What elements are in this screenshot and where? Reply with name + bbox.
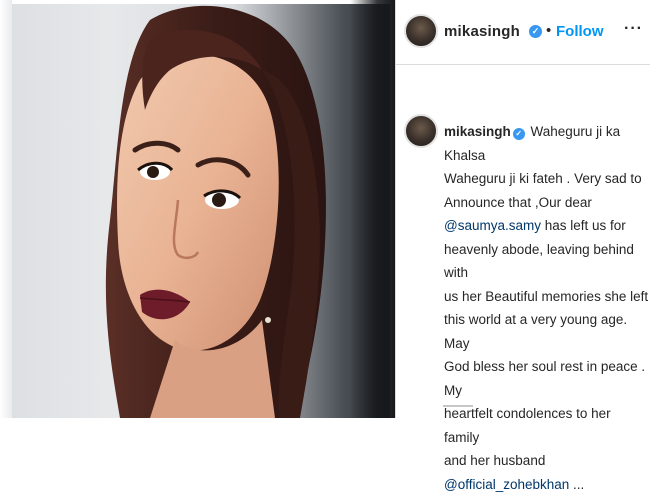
caption-text: mikasingh ✓ Waheguru ji ka Khalsa Wahegur… [444,120,649,496]
caption-line: heavenly abode, leaving behind with [444,241,634,281]
caption-avatar[interactable] [404,114,438,148]
photo-edge-shadow [350,0,395,418]
mention-link[interactable]: @official_zohebkhan [444,477,569,492]
post-photo[interactable] [0,0,390,418]
caption-line: and her husband [444,453,546,468]
verified-badge-icon: ✓ [529,25,542,38]
follow-button[interactable]: Follow [556,23,604,40]
profile-avatar[interactable] [404,14,438,48]
caption-line: has left us for [540,218,626,233]
portrait-illustration [105,5,326,418]
caption-line: heartfelt condolences to her family [444,406,611,445]
header-username[interactable]: mikasingh [444,23,520,40]
post-header: mikasingh ✓ • Follow ··· [396,0,650,65]
header-separator: • [546,22,552,39]
caption-username[interactable]: mikasingh [444,124,511,139]
photo-frame-left [0,0,12,418]
caption-ellipsis: ... [569,476,585,492]
caption-line: God bless her soul rest in peace . My [444,359,646,398]
timestamp-placeholder [443,405,473,407]
caption-line: Announce that ,Our dear [444,194,592,210]
caption-line: Waheguru ji ki fateh . Very sad to [444,171,642,186]
post-details-panel: mikasingh ✓ • Follow ··· mikasingh ✓ Wahe… [395,0,650,492]
caption-line: this world at a very young age. May [444,312,628,351]
more-options-icon[interactable]: ··· [624,20,643,38]
caption-line: us her Beautiful memories she left [444,288,649,304]
caption-verified-badge-icon: ✓ [512,128,525,140]
mention-link[interactable]: @saumya.samy [444,218,541,233]
